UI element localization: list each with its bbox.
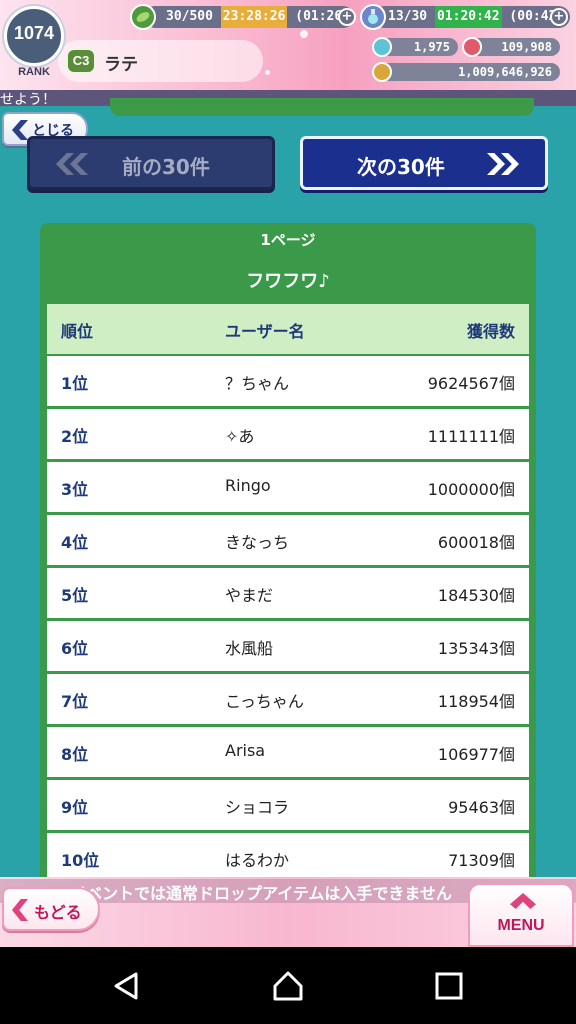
- row-rank: 8位: [61, 745, 89, 764]
- column-count: 獲得数: [466, 322, 515, 341]
- table-row[interactable]: 5位 やまだ 184530個: [47, 568, 529, 618]
- chevron-up-icon: [510, 893, 536, 909]
- back-triangle-icon[interactable]: [110, 969, 144, 1003]
- home-icon[interactable]: [271, 969, 305, 1003]
- row-count: 95463個: [448, 798, 515, 817]
- potion-icon: [360, 4, 386, 30]
- row-rank: 1位: [61, 374, 89, 393]
- ticker-text: せよう！: [0, 92, 56, 108]
- bottom-bar: イベントでは通常ドロップアイテムは入手できません もどる MENU: [0, 877, 576, 947]
- sparkle-decoration: [265, 70, 270, 75]
- table-row[interactable]: 3位 Ringo 1000000個: [47, 462, 529, 512]
- stamina-plus-button[interactable]: +: [338, 8, 356, 26]
- red-gem-count: 109,908: [470, 38, 560, 56]
- row-user-name: ショコラ: [225, 798, 290, 817]
- row-user-name: こっちゃん: [225, 692, 304, 711]
- red-gem-icon: [462, 37, 482, 57]
- row-user-name: 水風船: [225, 639, 274, 658]
- notice-text: イベントでは通常ドロップアイテムは入手できません: [70, 884, 452, 903]
- row-user-name: ？ちゃん: [225, 374, 290, 393]
- rank-value: 1074: [13, 23, 55, 43]
- row-rank: 9位: [61, 798, 89, 817]
- page-indicator: 1ページ: [260, 231, 316, 249]
- sparkle-decoration: [300, 30, 308, 38]
- table-row[interactable]: 4位 きなっち 600018個: [47, 515, 529, 565]
- row-count: 135343個: [437, 639, 515, 658]
- gold-coin-count: 1,009,646,926: [380, 63, 560, 81]
- next-page-label: 次の30件: [357, 155, 445, 179]
- table-row[interactable]: 1位 ？ちゃん 9624567個: [47, 356, 529, 406]
- rank-badge: 1074: [4, 6, 64, 66]
- potion-timer: 01:20:42: [434, 6, 502, 28]
- row-user-name: きなっち: [225, 533, 290, 552]
- row-count: 600018個: [437, 533, 515, 552]
- rank-label: RANK: [18, 66, 50, 78]
- potion-value: 13/30: [388, 9, 428, 24]
- table-row[interactable]: 9位 ショコラ 95463個: [47, 780, 529, 830]
- banner-strip: [110, 98, 534, 116]
- row-user-name: ✧あ: [225, 427, 255, 446]
- currency-panel: 1,975 109,908 1,009,646,926: [358, 34, 572, 86]
- status-header: 1074 RANK C3 ラテ 30/500 23:28:26 (01:26) …: [0, 0, 576, 90]
- table-row[interactable]: 8位 Arisa 106977個: [47, 727, 529, 777]
- column-user: ユーザー名: [225, 322, 305, 341]
- column-rank: 順位: [61, 322, 94, 341]
- table-row[interactable]: 6位 水風船 135343個: [47, 621, 529, 671]
- next-page-button[interactable]: 次の30件: [300, 136, 548, 190]
- recents-square-icon[interactable]: [432, 969, 466, 1003]
- table-header: 順位 ユーザー名 獲得数: [47, 304, 529, 354]
- row-rank: 10位: [61, 851, 100, 870]
- row-count: 106977個: [437, 745, 515, 764]
- gold-coin-icon: [372, 62, 392, 82]
- row-user-name: はるわか: [225, 851, 290, 870]
- prev-page-label: 前の30件: [122, 155, 210, 179]
- potion-plus-button[interactable]: +: [550, 8, 568, 26]
- player-name: ラテ: [104, 55, 138, 75]
- stamina-value: 30/500: [166, 9, 213, 24]
- double-chevron-left-icon: [56, 153, 90, 175]
- row-rank: 7位: [61, 692, 89, 711]
- ranking-title: フワフワ♪: [246, 271, 330, 292]
- stamina-timer: 23:28:26: [220, 6, 288, 28]
- back-button[interactable]: もどる: [2, 887, 100, 931]
- row-count: 184530個: [437, 586, 515, 605]
- menu-label: MENU: [497, 917, 545, 934]
- row-count: 71309個: [448, 851, 515, 870]
- leaf-icon: [130, 4, 156, 30]
- row-user-name: やまだ: [225, 586, 274, 605]
- stamina-bar: 30/500 23:28:26 (01:26): [144, 6, 354, 28]
- blue-gem-icon: [372, 37, 392, 57]
- row-rank: 5位: [61, 586, 89, 605]
- row-user-name: Ringo: [225, 476, 271, 495]
- row-count: 1000000個: [427, 480, 515, 499]
- row-count: 9624567個: [427, 374, 515, 393]
- row-count: 118954個: [437, 692, 515, 711]
- table-row[interactable]: 7位 こっちゃん 118954個: [47, 674, 529, 724]
- grade-badge: C3: [66, 48, 96, 74]
- row-user-name: Arisa: [225, 741, 266, 760]
- row-rank: 6位: [61, 639, 89, 658]
- back-label: もどる: [34, 903, 82, 922]
- chevron-left-icon: [12, 899, 28, 921]
- menu-button[interactable]: MENU: [468, 883, 574, 947]
- row-count: 1111111個: [427, 427, 515, 446]
- row-rank: 3位: [61, 480, 89, 499]
- table-row[interactable]: 10位 はるわか 71309個: [47, 833, 529, 883]
- potion-bar: 13/30 01:20:42 (00:42): [374, 6, 570, 28]
- table-row[interactable]: 2位 ✧あ 1111111個: [47, 409, 529, 459]
- system-nav-bar: [0, 947, 576, 1024]
- double-chevron-right-icon: [487, 153, 521, 175]
- row-rank: 4位: [61, 533, 89, 552]
- ranking-panel: 1ページ フワフワ♪ 順位 ユーザー名 獲得数 1位 ？ちゃん 9624567個…: [40, 223, 536, 903]
- chevron-left-icon: [12, 120, 28, 140]
- prev-page-button[interactable]: 前の30件: [27, 136, 275, 190]
- row-rank: 2位: [61, 427, 89, 446]
